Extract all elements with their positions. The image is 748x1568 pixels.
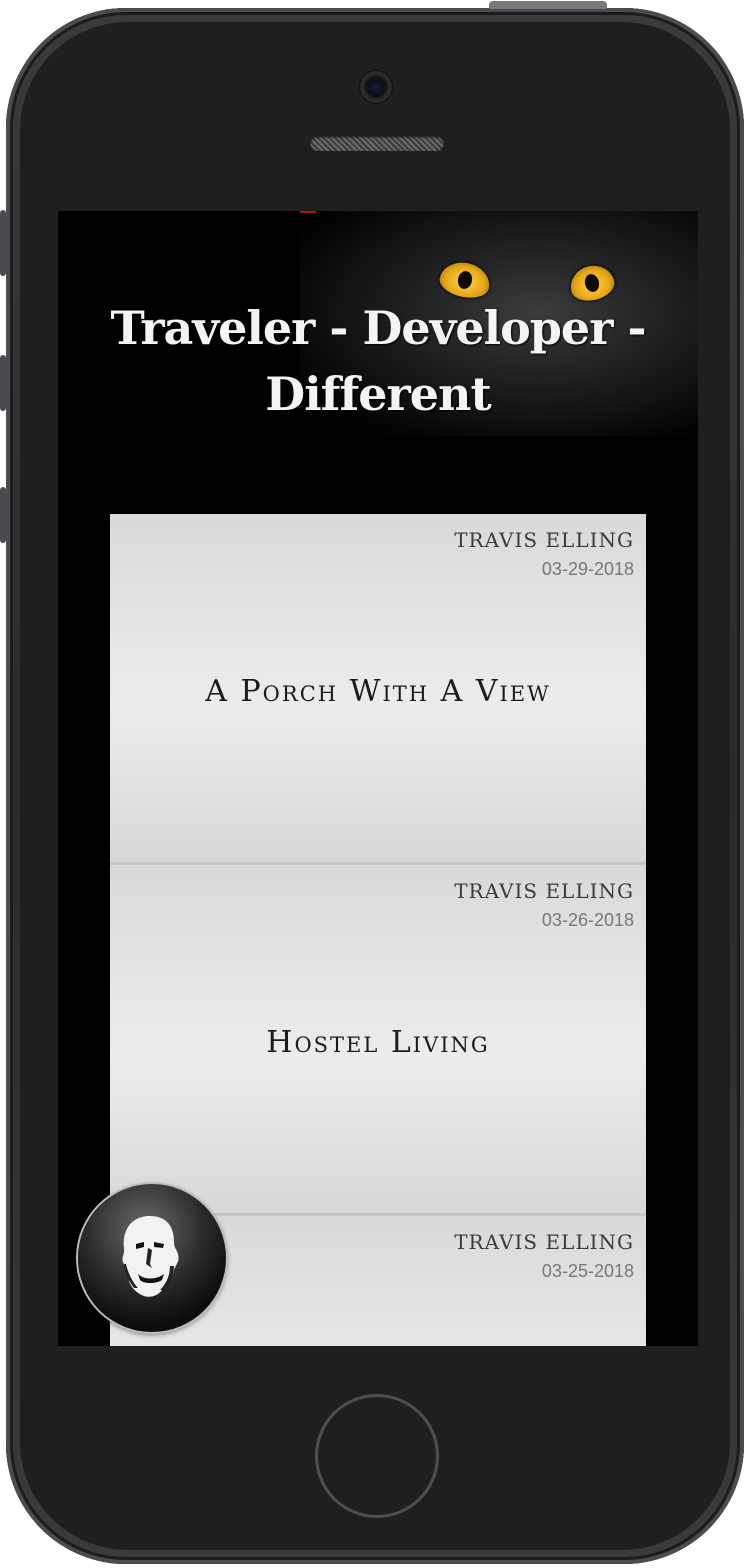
phone-screen: Traveler - Developer - Different TRAVIS … — [58, 211, 698, 1346]
post-title[interactable]: A Porch With A View — [110, 674, 646, 709]
hero-accent — [300, 211, 316, 213]
post-date: 03-26-2018 — [541, 910, 634, 930]
volume-down-button — [0, 487, 6, 543]
post-title[interactable]: Hostel Living — [110, 1025, 646, 1060]
speaker-grille — [310, 136, 444, 151]
post-card[interactable]: TRAVIS ELLING 03-29-2018 A Porch With A … — [110, 514, 646, 865]
post-author: TRAVIS ELLING — [454, 879, 634, 903]
hero-title: Traveler - Developer - Different — [110, 301, 646, 421]
post-date: 03-29-2018 — [541, 559, 634, 579]
post-author: TRAVIS ELLING — [454, 1230, 634, 1254]
hero-banner: Traveler - Developer - Different — [58, 211, 698, 436]
power-button — [489, 1, 607, 9]
post-date: 03-25-2018 — [541, 1261, 634, 1281]
face-avatar-icon[interactable] — [78, 1184, 226, 1332]
post-card[interactable]: TRAVIS ELLING 03-26-2018 Hostel Living — [110, 865, 646, 1216]
mute-switch — [0, 210, 6, 276]
home-button[interactable] — [315, 1394, 439, 1518]
camera-icon — [360, 71, 392, 103]
face-silhouette — [122, 1216, 179, 1297]
volume-up-button — [0, 355, 6, 411]
post-author: TRAVIS ELLING — [454, 528, 634, 552]
